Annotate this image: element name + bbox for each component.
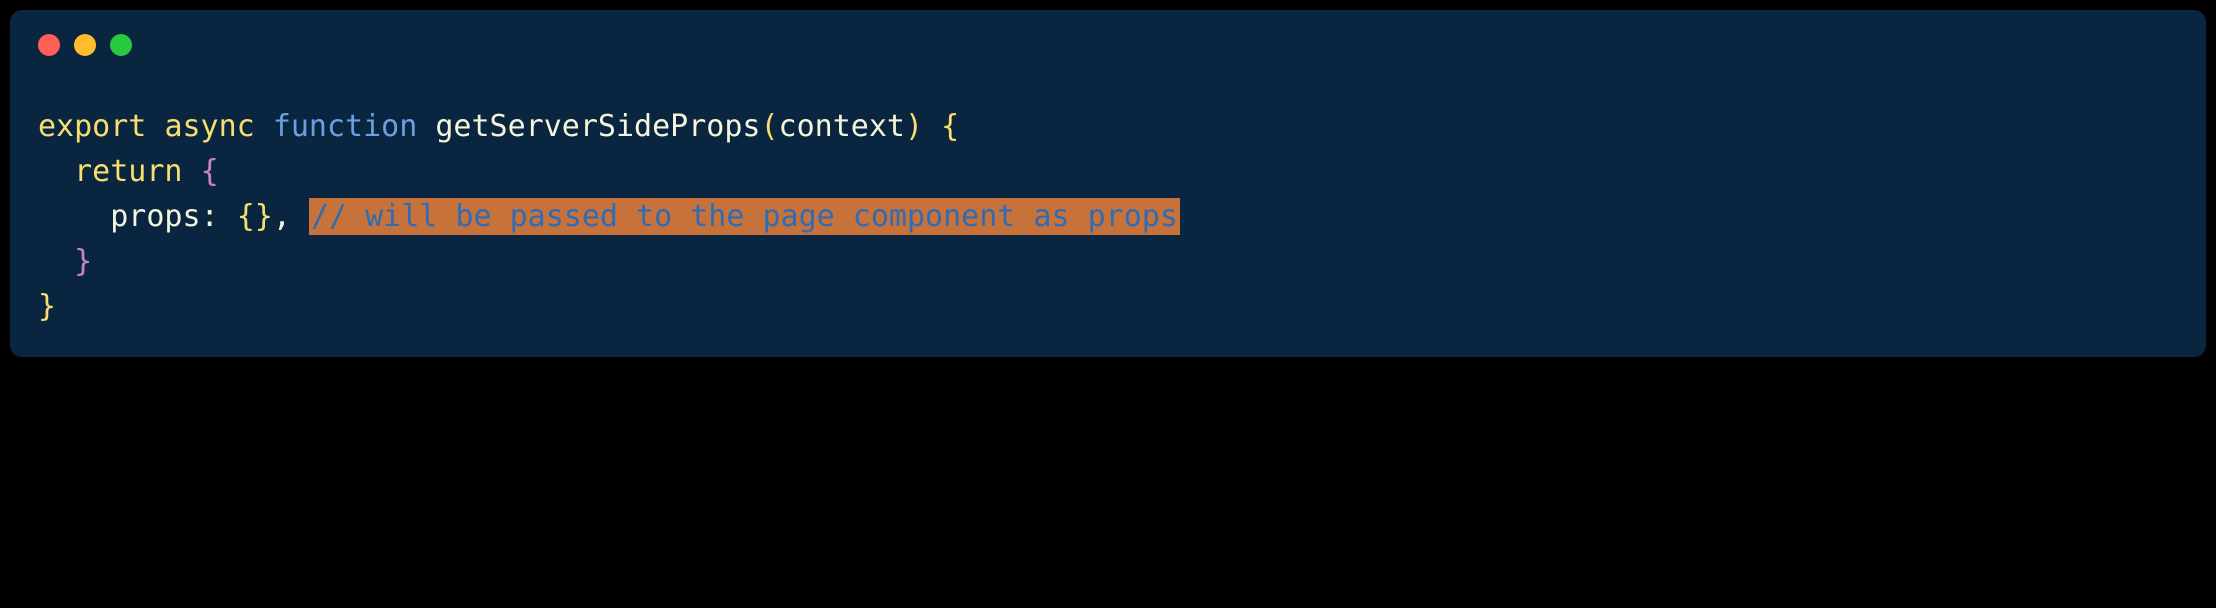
- comma: ,: [273, 199, 291, 234]
- code-block[interactable]: export async function getServerSideProps…: [38, 104, 2178, 329]
- empty-brace-open: {: [237, 199, 255, 234]
- keyword-function: function: [273, 109, 418, 144]
- minimize-icon[interactable]: [74, 34, 96, 56]
- param-context: context: [779, 109, 905, 144]
- bracket-open: {: [201, 154, 219, 189]
- traffic-lights: [38, 34, 2178, 56]
- bracket-close: }: [74, 244, 92, 279]
- brace-open: {: [941, 109, 959, 144]
- function-name: getServerSideProps: [435, 109, 760, 144]
- code-window: export async function getServerSideProps…: [10, 10, 2206, 357]
- brace-close: }: [38, 289, 56, 324]
- keyword-export: export: [38, 109, 146, 144]
- keyword-return: return: [74, 154, 182, 189]
- empty-brace-close: }: [255, 199, 273, 234]
- comment-highlighted: // will be passed to the page component …: [309, 198, 1180, 235]
- prop-name: props: [110, 199, 200, 234]
- maximize-icon[interactable]: [110, 34, 132, 56]
- colon: :: [201, 199, 219, 234]
- paren-open: (: [760, 109, 778, 144]
- keyword-async: async: [164, 109, 254, 144]
- close-icon[interactable]: [38, 34, 60, 56]
- paren-close: ): [905, 109, 923, 144]
